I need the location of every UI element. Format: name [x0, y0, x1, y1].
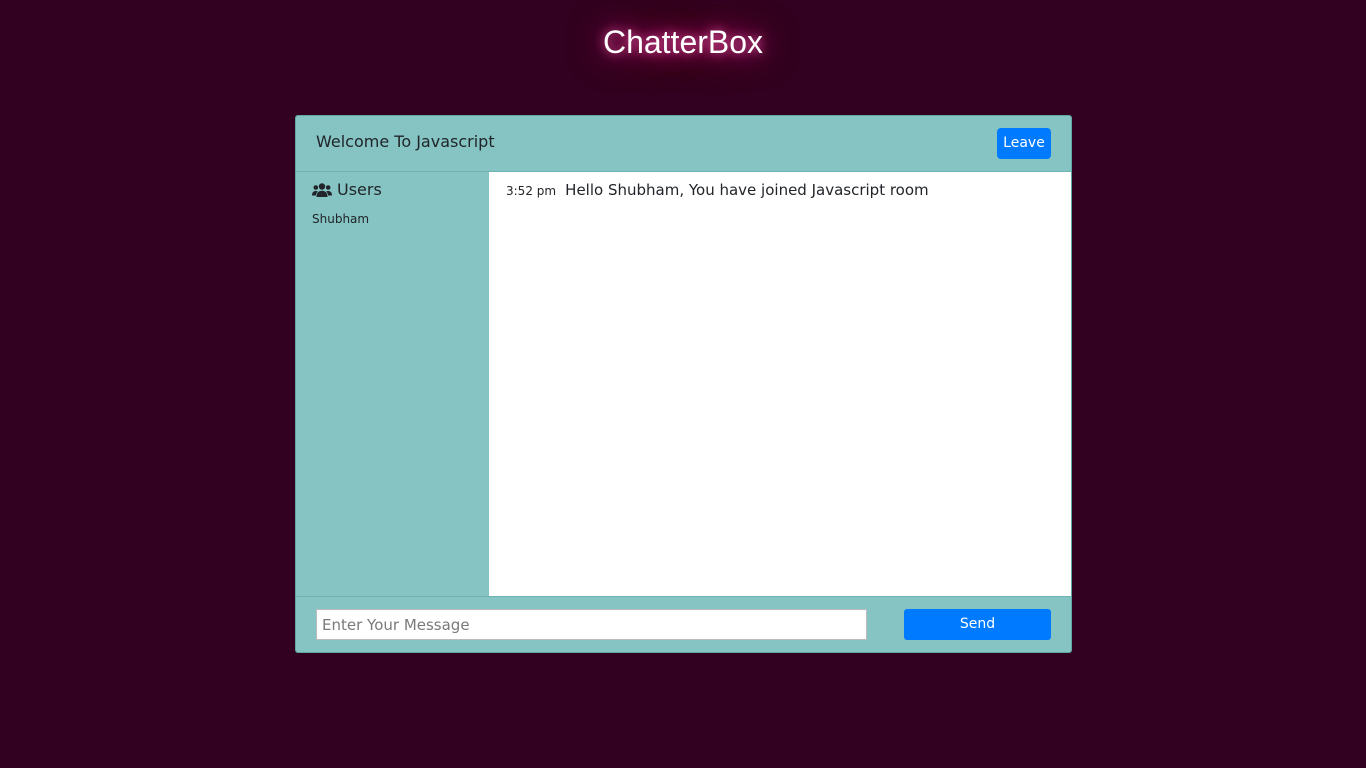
chat-card: Welcome To Javascript Leave Users Shubha… — [295, 115, 1072, 653]
message-input[interactable] — [316, 609, 867, 640]
chat-footer: Send — [296, 596, 1071, 652]
message-item: 3:52 pm Hello Shubham, You have joined J… — [506, 180, 929, 199]
message-text: Hello Shubham, You have joined Javascrip… — [565, 181, 929, 199]
app-title: ChatterBox — [602, 24, 764, 60]
users-sidebar: Users Shubham — [296, 172, 489, 596]
messages-pane[interactable]: 3:52 pm Hello Shubham, You have joined J… — [489, 172, 1071, 596]
users-heading: Users — [312, 180, 382, 200]
message-time: 3:52 pm — [506, 184, 557, 198]
send-button[interactable]: Send — [904, 609, 1051, 640]
leave-button[interactable]: Leave — [997, 128, 1051, 159]
chat-header: Welcome To Javascript Leave — [296, 116, 1071, 172]
room-welcome-text: Welcome To Javascript — [316, 132, 495, 151]
user-list-item: Shubham — [312, 212, 370, 226]
users-icon — [312, 182, 332, 198]
user-list: Shubham — [312, 210, 369, 228]
users-heading-label: Users — [337, 180, 382, 199]
